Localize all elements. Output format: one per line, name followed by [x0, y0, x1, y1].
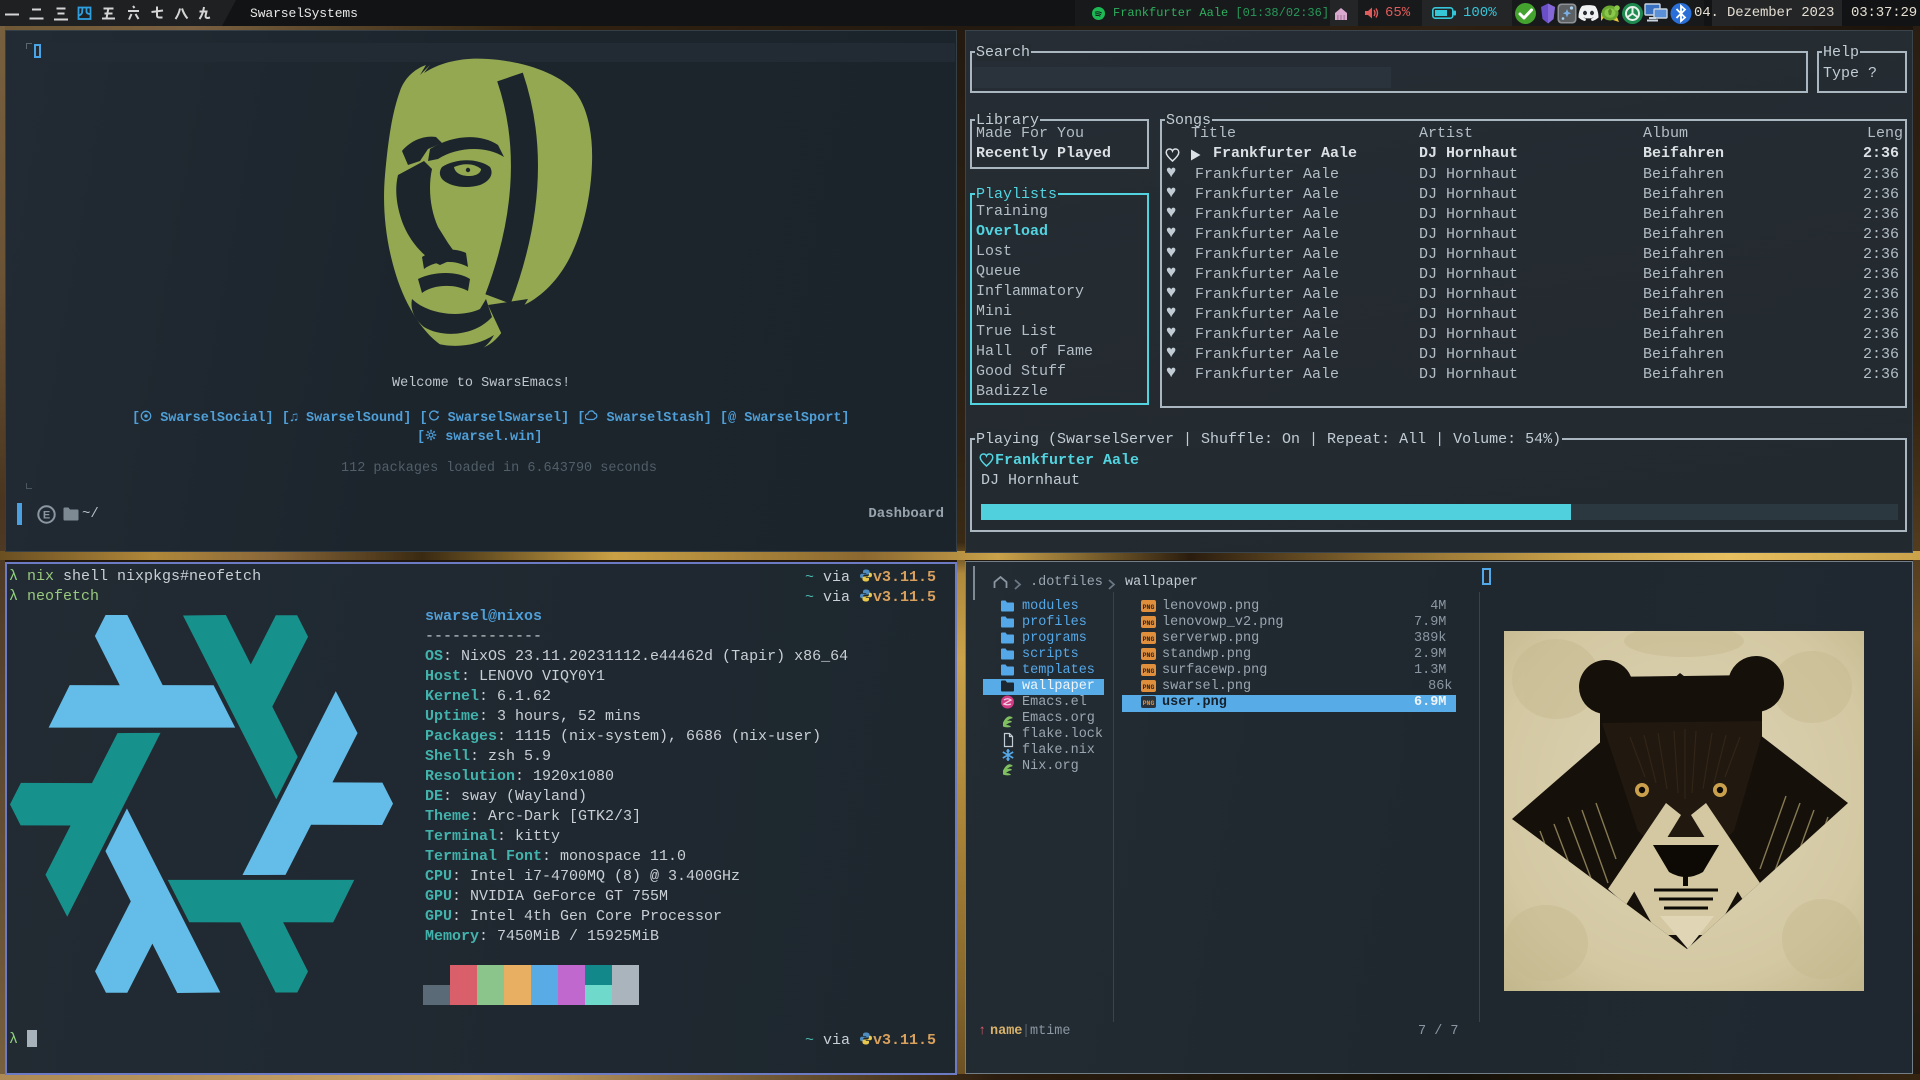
svg-text:PNG: PNG: [1143, 636, 1155, 643]
svg-text:PNG: PNG: [1143, 700, 1155, 707]
svg-text:PNG: PNG: [1143, 668, 1155, 675]
svg-text:PNG: PNG: [1143, 684, 1155, 691]
svg-text:E: E: [43, 510, 50, 522]
svg-text:PNG: PNG: [1143, 604, 1155, 611]
svg-text:PNG: PNG: [1143, 652, 1155, 659]
svg-text:PNG: PNG: [1143, 620, 1155, 627]
